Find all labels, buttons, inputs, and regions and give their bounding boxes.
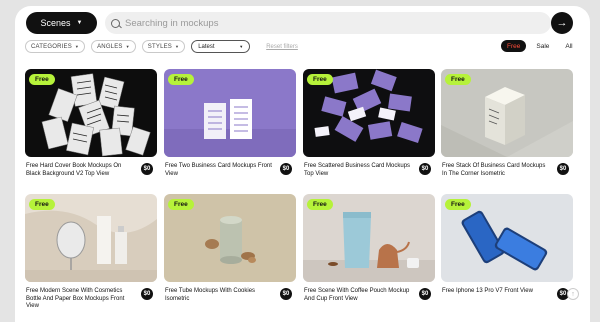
mockup-thumbnail[interactable]: Free xyxy=(303,69,435,157)
free-badge: Free xyxy=(307,74,333,85)
tab-all[interactable]: All xyxy=(559,40,578,52)
free-badge: Free xyxy=(445,74,471,85)
mockup-title[interactable]: Free Hard Cover Book Mockups On Black Ba… xyxy=(26,163,136,178)
angles-filter[interactable]: ANGLES ▼ xyxy=(91,40,136,53)
search-submit-button[interactable]: → xyxy=(551,12,573,34)
scenes-dropdown-label: Scenes xyxy=(40,18,71,28)
scenes-dropdown[interactable]: Scenes ▼ xyxy=(26,12,97,34)
search-bar[interactable] xyxy=(105,12,551,34)
scroll-top-button[interactable]: ↑ xyxy=(567,288,579,300)
mockup-card[interactable]: Free Free Tube Mockups With Cookies Isom… xyxy=(164,194,296,302)
mockup-thumbnail[interactable]: Free xyxy=(441,194,573,282)
reset-filters-link[interactable]: Reset filters xyxy=(266,44,298,50)
price-tabs: Free Sale All xyxy=(501,40,579,52)
mockup-card[interactable]: Free Free Two Business Card Mockups Fron… xyxy=(164,69,296,177)
mockup-thumbnail[interactable]: Free xyxy=(164,69,296,157)
caret-down-icon: ▼ xyxy=(239,44,244,49)
mockup-title[interactable]: Free Scattered Business Card Mockups Top… xyxy=(304,163,414,178)
mockup-title[interactable]: Free Scene With Coffee Pouch Mockup And … xyxy=(304,288,414,303)
mockup-thumbnail[interactable]: Free xyxy=(25,194,157,282)
price-tag: $0 xyxy=(141,163,153,175)
sort-select-value: Latest xyxy=(198,43,215,50)
mockup-title[interactable]: Free Tube Mockups With Cookies Isometric xyxy=(165,288,275,303)
mockup-card[interactable]: Free Free Scene With Coffee Pouch Mockup… xyxy=(303,194,435,302)
free-badge: Free xyxy=(307,199,333,210)
mockup-title[interactable]: Free Two Business Card Mockups Front Vie… xyxy=(165,163,275,178)
categories-filter[interactable]: CATEGORIES ▼ xyxy=(25,40,86,53)
caret-down-icon: ▼ xyxy=(125,44,130,49)
caret-down-icon: ▼ xyxy=(175,44,180,49)
caret-down-icon: ▼ xyxy=(74,44,80,49)
search-icon xyxy=(111,18,120,28)
free-badge: Free xyxy=(168,74,194,85)
mockup-thumbnail[interactable]: Free xyxy=(164,194,296,282)
price-tag: $0 xyxy=(557,163,569,175)
price-tag: $0 xyxy=(280,163,292,175)
mockup-card[interactable]: Free Free Stack Of Business Card Mockups… xyxy=(441,69,573,177)
price-tag: $0 xyxy=(419,288,431,300)
angles-filter-label: ANGLES xyxy=(97,43,123,50)
mockup-card[interactable]: Free Free Iphone 13 Pro V7 Front View $0 xyxy=(441,194,573,300)
main-panel: Scenes ▼ → CATEGORIES ▼ ANGLES ▼ STYLES … xyxy=(15,6,590,322)
price-tag: $0 xyxy=(419,163,431,175)
mockup-thumbnail[interactable]: Free xyxy=(441,69,573,157)
mockup-thumbnail[interactable]: Free xyxy=(25,69,157,157)
free-badge: Free xyxy=(29,74,55,85)
mockup-thumbnail[interactable]: Free xyxy=(303,194,435,282)
mockup-title[interactable]: Free Modern Scene With Cosmetics Bottle … xyxy=(26,288,136,311)
caret-down-icon: ▼ xyxy=(76,20,83,26)
mockup-card[interactable]: Free Free Modern Scene With Cosmetics Bo… xyxy=(25,194,157,309)
styles-filter[interactable]: STYLES ▼ xyxy=(141,40,186,53)
mockup-card[interactable]: Free Free Hard Cover Book Mockups On Bla… xyxy=(25,69,157,177)
styles-filter-label: STYLES xyxy=(147,43,173,50)
tab-sale[interactable]: Sale xyxy=(530,40,555,52)
filter-bar: CATEGORIES ▼ ANGLES ▼ STYLES ▼ Latest ▼ … xyxy=(25,40,298,53)
price-tag: $0 xyxy=(141,288,153,300)
arrow-right-icon: → xyxy=(556,17,568,29)
price-tag: $0 xyxy=(280,288,292,300)
tab-free[interactable]: Free xyxy=(501,40,527,52)
search-input[interactable] xyxy=(125,17,525,29)
sort-select[interactable]: Latest ▼ xyxy=(191,40,251,53)
arrow-up-icon: ↑ xyxy=(571,290,575,298)
mockup-title[interactable]: Free Stack Of Business Card Mockups In T… xyxy=(442,163,552,178)
free-badge: Free xyxy=(168,199,194,210)
categories-filter-label: CATEGORIES xyxy=(31,43,72,50)
free-badge: Free xyxy=(445,199,471,210)
free-badge: Free xyxy=(29,199,55,210)
mockup-card[interactable]: Free Free Scattered Business Card Mockup… xyxy=(303,69,435,177)
mockup-title[interactable]: Free Iphone 13 Pro V7 Front View xyxy=(442,288,552,296)
